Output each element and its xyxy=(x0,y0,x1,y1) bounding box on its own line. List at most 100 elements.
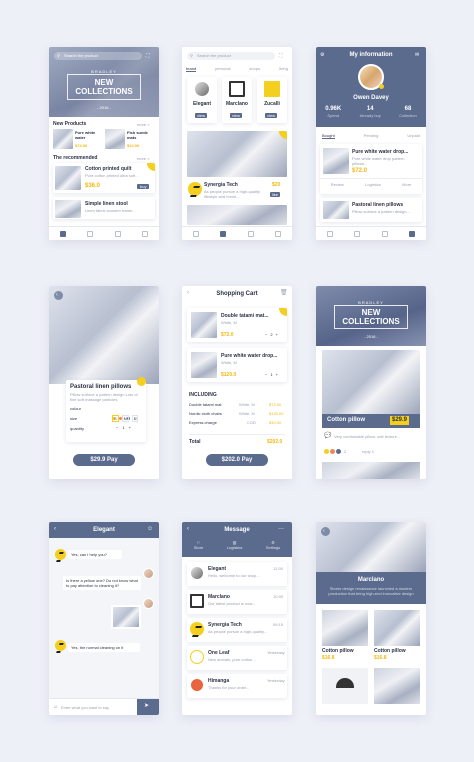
cart-item[interactable]: Pure white water drop... White, M $120.0… xyxy=(187,348,287,382)
order-card[interactable]: Pure white water drop... Pure white wate… xyxy=(320,144,422,194)
trash-icon[interactable]: 🗑 xyxy=(280,290,288,297)
shop-banner[interactable] xyxy=(187,131,287,177)
product-name[interactable]: Fish suede mats xyxy=(127,130,155,140)
quantity-stepper[interactable]: −2 + xyxy=(265,332,278,337)
size-option-l[interactable]: L xyxy=(132,415,139,422)
send-button[interactable]: ➤ xyxy=(137,699,159,715)
size-option-m[interactable]: M xyxy=(121,415,130,422)
stat-collection[interactable]: 68 Collection xyxy=(399,106,417,118)
cart-tab-icon[interactable] xyxy=(247,230,254,237)
like-button[interactable]: like xyxy=(270,192,281,197)
shop-banner-2[interactable] xyxy=(187,205,287,225)
tab-personal[interactable]: personal xyxy=(215,66,230,72)
back-button[interactable]: ‹ xyxy=(54,291,63,300)
order-card[interactable]: Pastoral linen pillows Pillow surface a … xyxy=(320,198,422,222)
emoji-icon[interactable]: ☺ xyxy=(53,704,58,710)
brand-card[interactable]: Elegant view xyxy=(187,77,217,123)
store-tab-icon[interactable] xyxy=(220,230,227,237)
cart-tab-icon[interactable] xyxy=(114,230,121,237)
minus-icon[interactable]: − xyxy=(265,372,267,377)
search-bar[interactable]: ⚲ Search the product xyxy=(187,52,275,60)
image-message[interactable] xyxy=(111,605,141,629)
product-name[interactable]: Pure white water xyxy=(75,130,101,140)
tab-brand[interactable]: brand xyxy=(186,66,197,72)
view-button[interactable]: view xyxy=(265,113,278,118)
conversation-item[interactable]: Himanga Thanks for your order... Yesterd… xyxy=(187,674,287,698)
home-tab-icon[interactable] xyxy=(192,230,199,237)
review-button[interactable]: Review xyxy=(331,182,344,187)
conversation-item[interactable]: Elegant Hello, welcome to our shop... 12… xyxy=(187,562,287,586)
product-thumb[interactable] xyxy=(322,668,368,704)
minus-icon[interactable]: − xyxy=(116,425,118,430)
product-caption[interactable]: Cotton pillow $29.9 xyxy=(322,414,420,428)
product-photo[interactable] xyxy=(49,286,159,384)
profile-tab-icon[interactable] xyxy=(275,230,282,237)
quantity-stepper[interactable]: −1 + xyxy=(116,425,131,430)
shop-name[interactable]: Synergia Tech xyxy=(204,182,238,188)
tab-bought[interactable]: Bought xyxy=(322,133,335,139)
logistics-button[interactable]: Logistics xyxy=(365,182,381,187)
nav-settings[interactable]: ⚙ Settings xyxy=(266,540,280,550)
product-thumb[interactable] xyxy=(322,610,368,646)
search-bar[interactable]: ⚲ Search the product xyxy=(54,52,142,60)
scan-icon[interactable]: ⛶ xyxy=(279,53,283,59)
minus-icon[interactable]: − xyxy=(265,332,267,337)
tab-living[interactable]: living xyxy=(279,66,288,72)
tab-shops[interactable]: shops xyxy=(249,66,260,72)
plus-icon[interactable]: + xyxy=(276,372,278,377)
tab-pending[interactable]: Pending xyxy=(364,133,379,139)
home-tab-icon[interactable] xyxy=(59,230,66,237)
plus-icon[interactable]: + xyxy=(276,332,278,337)
favorite-badge[interactable] xyxy=(137,377,146,386)
pay-button[interactable]: $29.9 Pay xyxy=(73,454,135,466)
back-button[interactable]: ‹ xyxy=(321,527,330,536)
more-link[interactable]: more > xyxy=(137,156,150,161)
comment-icon[interactable]: 💬 xyxy=(324,433,331,440)
conversation-item[interactable]: Marclano Our latest product is now... 10… xyxy=(187,590,287,614)
conversation-item[interactable]: Synergia Tech As people pursue a high-qu… xyxy=(187,618,287,642)
size-option-s[interactable]: S xyxy=(112,415,119,422)
product-thumb[interactable] xyxy=(105,129,125,149)
view-button[interactable]: view xyxy=(230,113,243,118)
product-name[interactable]: Cotton pillow xyxy=(374,648,406,654)
home-tab-icon[interactable] xyxy=(326,230,333,237)
message-icon[interactable]: ✉ xyxy=(415,52,419,58)
store-tab-icon[interactable] xyxy=(354,230,361,237)
product-thumb[interactable] xyxy=(374,668,420,704)
next-photo[interactable] xyxy=(322,462,420,479)
store-tab-icon[interactable] xyxy=(87,230,94,237)
hero-banner[interactable]: BRADLEY NEW COLLECTIONS - 2016 - xyxy=(316,286,426,346)
recommended-card[interactable]: Cotton printed quilt Pure cotton printed… xyxy=(53,163,155,193)
nav-logistics[interactable]: ▧ Logistics xyxy=(227,540,243,550)
quantity-stepper[interactable]: −1 + xyxy=(265,372,278,377)
plus-icon[interactable]: + xyxy=(129,425,131,430)
pay-button[interactable]: $202.0 Pay xyxy=(206,454,268,466)
more-button[interactable]: More xyxy=(402,182,411,187)
nav-store[interactable]: ⚐ Store xyxy=(194,540,204,550)
more-link[interactable]: more > xyxy=(137,122,150,127)
view-button[interactable]: view xyxy=(195,113,208,118)
product-photo[interactable] xyxy=(322,350,420,416)
product-thumb[interactable] xyxy=(374,610,420,646)
user-icon[interactable]: ☺ xyxy=(147,526,153,533)
recommended-card[interactable]: Simple linen stool Linen fabric wooden f… xyxy=(53,197,155,219)
more-icon[interactable]: … xyxy=(278,525,284,532)
brand-card[interactable]: Zucalli view xyxy=(257,77,287,123)
conversation-item[interactable]: One Leaf New arrivals, pure cotton... Ye… xyxy=(187,646,287,670)
hero-banner[interactable]: ⚲ Search the product ⛶ BRADLEY NEW COLLE… xyxy=(49,47,159,117)
cart-tab-icon[interactable] xyxy=(381,230,388,237)
product-thumb[interactable] xyxy=(53,129,73,149)
cart-item[interactable]: Double tatami mat... White, M $72.0 −2 + xyxy=(187,308,287,342)
tab-unpaid[interactable]: Unpaid xyxy=(407,133,420,139)
stat-spend[interactable]: 0.96K Spend xyxy=(325,106,341,118)
chat-input[interactable]: Enter what you want to say xyxy=(61,705,131,710)
scan-icon[interactable]: ⛶ xyxy=(146,53,150,59)
brand-banner[interactable] xyxy=(316,522,426,572)
profile-tab-icon[interactable] xyxy=(409,230,416,237)
buy-button[interactable]: buy xyxy=(137,184,150,189)
reply-count[interactable]: reply 1 xyxy=(362,449,374,454)
brand-card[interactable]: Marclano view xyxy=(222,77,252,123)
profile-tab-icon[interactable] xyxy=(142,230,149,237)
stat-bought[interactable]: 14 Already buy xyxy=(360,106,381,118)
product-name[interactable]: Cotton pillow xyxy=(322,648,354,654)
